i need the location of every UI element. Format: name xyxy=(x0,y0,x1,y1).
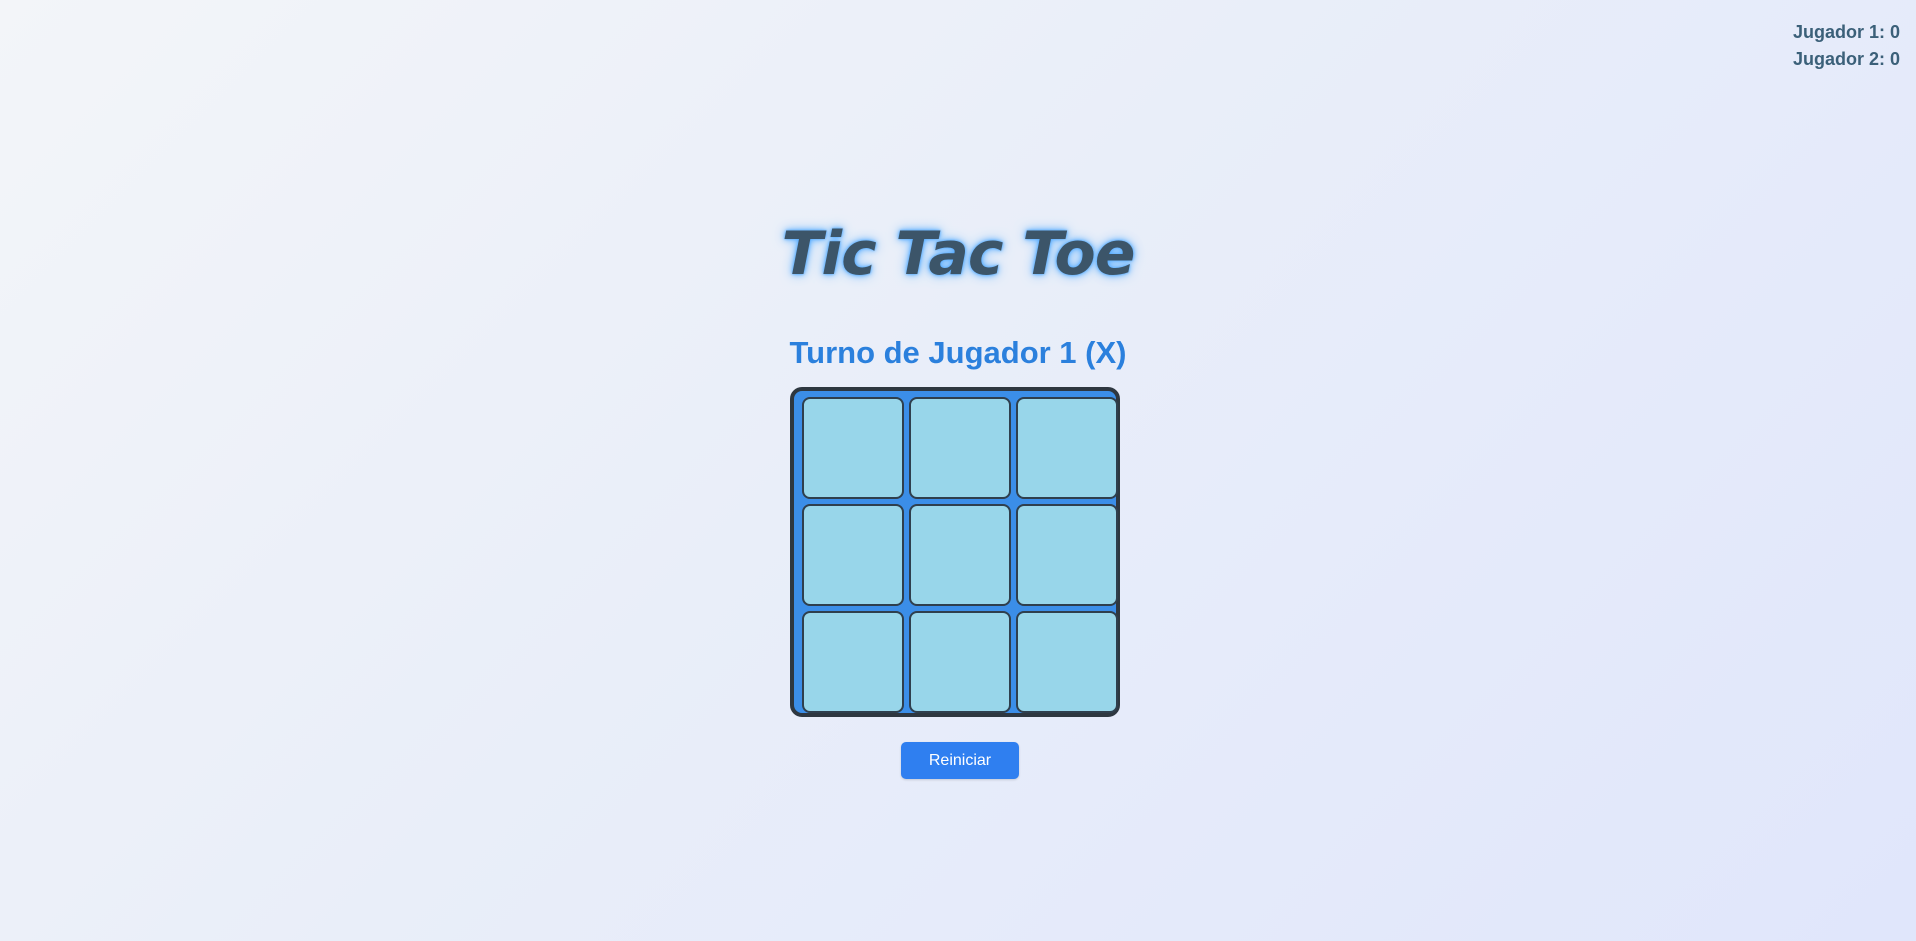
turn-indicator: Turno de Jugador 1 (X) xyxy=(789,335,1127,370)
board-cell-1[interactable] xyxy=(802,397,904,499)
score-player-2: Jugador 2: 0 xyxy=(1792,49,1900,69)
board-cell-4[interactable] xyxy=(802,504,904,606)
board-cell-3[interactable] xyxy=(1016,397,1118,499)
scoreboard: Jugador 1: 0 Jugador 2: 0 xyxy=(1793,19,1900,73)
board-cell-8[interactable] xyxy=(909,611,1011,713)
board-cell-9[interactable] xyxy=(1016,611,1118,713)
board-cell-2[interactable] xyxy=(909,397,1011,499)
game-title: Tic Tac Toe xyxy=(781,219,1136,289)
reset-button[interactable]: Reiniciar xyxy=(901,742,1019,779)
game-board xyxy=(790,387,1120,717)
board-cell-5[interactable] xyxy=(909,504,1011,606)
score-player-1: Jugador 1: 0 xyxy=(1792,22,1900,42)
board-cell-6[interactable] xyxy=(1016,504,1118,606)
board-cell-7[interactable] xyxy=(802,611,904,713)
